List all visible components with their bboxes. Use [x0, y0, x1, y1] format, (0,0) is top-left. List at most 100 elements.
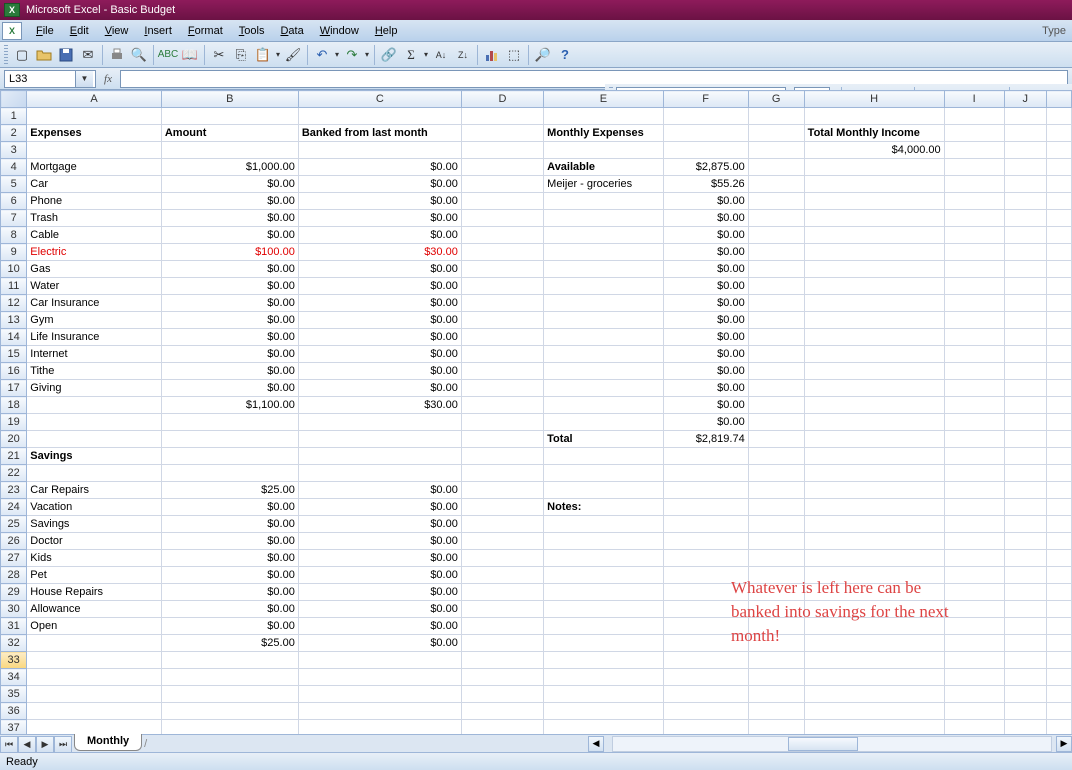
- cell-B23[interactable]: $25.00: [161, 482, 298, 499]
- cell-D8[interactable]: [461, 227, 543, 244]
- cell-E29[interactable]: [544, 584, 663, 601]
- autosum-icon[interactable]: Σ: [400, 44, 422, 66]
- cell-I11[interactable]: [944, 278, 1004, 295]
- cell-E37[interactable]: [544, 720, 663, 735]
- tab-nav-last[interactable]: ⏭: [54, 736, 72, 752]
- sort-desc-icon[interactable]: Z↓: [452, 44, 474, 66]
- col-header-G[interactable]: G: [748, 91, 804, 108]
- row-header-4[interactable]: 4: [1, 159, 27, 176]
- cell-E15[interactable]: [544, 346, 663, 363]
- cell-C4[interactable]: $0.00: [298, 159, 461, 176]
- cell-I18[interactable]: [944, 397, 1004, 414]
- cell-B29[interactable]: $0.00: [161, 584, 298, 601]
- cell-B28[interactable]: $0.00: [161, 567, 298, 584]
- cell-E30[interactable]: [544, 601, 663, 618]
- menu-insert[interactable]: Insert: [136, 22, 180, 40]
- cell-D19[interactable]: [461, 414, 543, 431]
- cell-H33[interactable]: [804, 652, 944, 669]
- save-icon[interactable]: [55, 44, 77, 66]
- cell-D15[interactable]: [461, 346, 543, 363]
- cell-D14[interactable]: [461, 329, 543, 346]
- cell-H2[interactable]: Total Monthly Income: [804, 125, 944, 142]
- cell-D22[interactable]: [461, 465, 543, 482]
- cell-F28[interactable]: [663, 567, 748, 584]
- col-header-H[interactable]: H: [804, 91, 944, 108]
- cell-E27[interactable]: [544, 550, 663, 567]
- row-header-20[interactable]: 20: [1, 431, 27, 448]
- cell-G8[interactable]: [748, 227, 804, 244]
- cell-C3[interactable]: [298, 142, 461, 159]
- cell-I33[interactable]: [944, 652, 1004, 669]
- select-all-corner[interactable]: [1, 91, 27, 108]
- cell-J26[interactable]: [1004, 533, 1046, 550]
- sheet-tab-monthly[interactable]: Monthly: [74, 734, 142, 751]
- cell-J16[interactable]: [1004, 363, 1046, 380]
- cell-G33[interactable]: [748, 652, 804, 669]
- cell-G37[interactable]: [748, 720, 804, 735]
- copy-icon[interactable]: ⎘: [230, 44, 252, 66]
- cell-B24[interactable]: $0.00: [161, 499, 298, 516]
- cell-H37[interactable]: [804, 720, 944, 735]
- col-header-B[interactable]: B: [161, 91, 298, 108]
- cell-C20[interactable]: [298, 431, 461, 448]
- row-header-8[interactable]: 8: [1, 227, 27, 244]
- cell-I22[interactable]: [944, 465, 1004, 482]
- cell-J28[interactable]: [1004, 567, 1046, 584]
- cell-C22[interactable]: [298, 465, 461, 482]
- cell-I24[interactable]: [944, 499, 1004, 516]
- tab-nav-next[interactable]: ▶: [36, 736, 54, 752]
- cell-H27[interactable]: [804, 550, 944, 567]
- paste-icon[interactable]: 📋: [252, 44, 274, 66]
- cell-I1[interactable]: [944, 108, 1004, 125]
- tab-nav-prev[interactable]: ◀: [18, 736, 36, 752]
- cell-J34[interactable]: [1004, 669, 1046, 686]
- cell-F24[interactable]: [663, 499, 748, 516]
- menu-window[interactable]: Window: [312, 22, 367, 40]
- cell-J35[interactable]: [1004, 686, 1046, 703]
- row-header-17[interactable]: 17: [1, 380, 27, 397]
- cell-J18[interactable]: [1004, 397, 1046, 414]
- hscroll-right[interactable]: ▶: [1056, 736, 1072, 752]
- cell-I31[interactable]: [944, 618, 1004, 635]
- cell-F8[interactable]: $0.00: [663, 227, 748, 244]
- cell-A34[interactable]: [27, 669, 162, 686]
- row-header-2[interactable]: 2: [1, 125, 27, 142]
- row-header-36[interactable]: 36: [1, 703, 27, 720]
- cell-G6[interactable]: [748, 193, 804, 210]
- cell-C5[interactable]: $0.00: [298, 176, 461, 193]
- cell-H10[interactable]: [804, 261, 944, 278]
- cell-I17[interactable]: [944, 380, 1004, 397]
- menu-format[interactable]: Format: [180, 22, 231, 40]
- cell-C27[interactable]: $0.00: [298, 550, 461, 567]
- cell-E36[interactable]: [544, 703, 663, 720]
- format-painter-icon[interactable]: 🖌: [282, 44, 304, 66]
- cell-H14[interactable]: [804, 329, 944, 346]
- cell-J1[interactable]: [1004, 108, 1046, 125]
- help-icon[interactable]: ?: [554, 44, 576, 66]
- cell-I14[interactable]: [944, 329, 1004, 346]
- cell-G29[interactable]: [748, 584, 804, 601]
- cell-F23[interactable]: [663, 482, 748, 499]
- cell-B7[interactable]: $0.00: [161, 210, 298, 227]
- cell-H22[interactable]: [804, 465, 944, 482]
- cell-A7[interactable]: Trash: [27, 210, 162, 227]
- paste-dropdown[interactable]: ▾: [274, 50, 282, 59]
- cell-F29[interactable]: [663, 584, 748, 601]
- cell-D30[interactable]: [461, 601, 543, 618]
- cell-D5[interactable]: [461, 176, 543, 193]
- cell-J20[interactable]: [1004, 431, 1046, 448]
- cell-D17[interactable]: [461, 380, 543, 397]
- row-header-28[interactable]: 28: [1, 567, 27, 584]
- tab-nav-first[interactable]: ⏮: [0, 736, 18, 752]
- cell-E2[interactable]: Monthly Expenses: [544, 125, 663, 142]
- cell-I16[interactable]: [944, 363, 1004, 380]
- cell-J25[interactable]: [1004, 516, 1046, 533]
- cell-D34[interactable]: [461, 669, 543, 686]
- sort-asc-icon[interactable]: A↓: [430, 44, 452, 66]
- menu-data[interactable]: Data: [272, 22, 311, 40]
- research-icon[interactable]: 📖: [179, 44, 201, 66]
- cell-H15[interactable]: [804, 346, 944, 363]
- cell-I28[interactable]: [944, 567, 1004, 584]
- cell-B31[interactable]: $0.00: [161, 618, 298, 635]
- cell-H6[interactable]: [804, 193, 944, 210]
